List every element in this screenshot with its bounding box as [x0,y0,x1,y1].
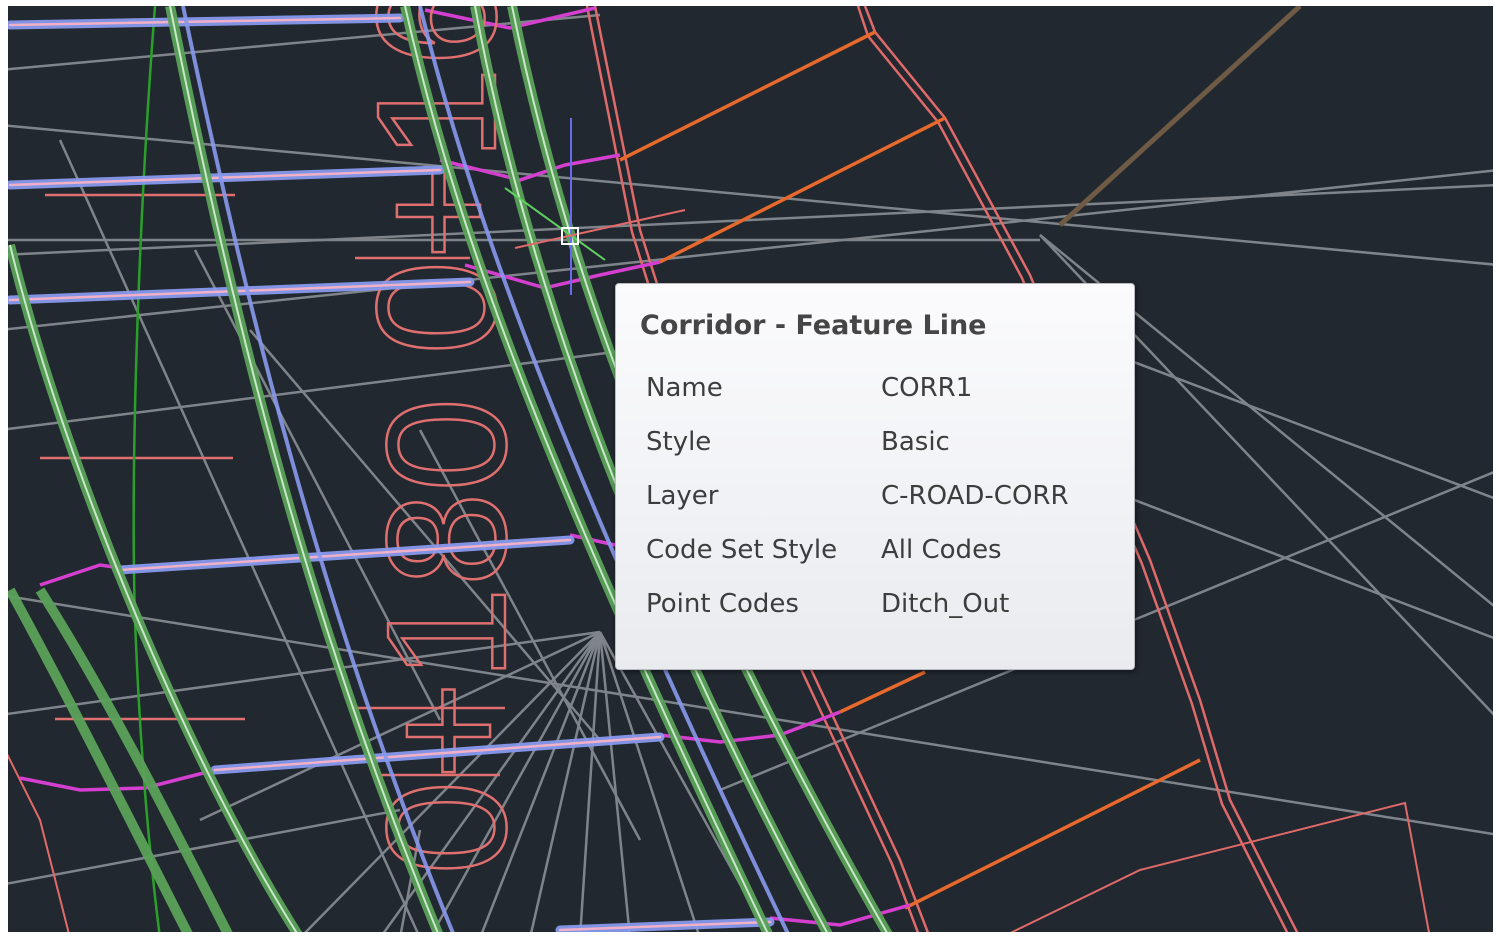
property-value: All Codes [881,535,1002,565]
property-value: Basic [881,427,950,457]
station-label-180: 0+180 [352,398,542,875]
tooltip-title: Corridor - Feature Line [640,310,987,341]
property-label: Name [646,373,723,403]
property-value: C-ROAD-CORR [881,481,1069,511]
property-label: Code Set Style [646,535,838,565]
brown-line [1058,6,1302,227]
property-label: Point Codes [646,589,799,619]
property-value: Ditch_Out [881,589,1010,619]
station-label-160: 0+160 [342,6,532,355]
feature-line-tooltip: Corridor - Feature Line Name CORR1 Style… [615,283,1135,670]
drawing-viewport[interactable]: 0+160 0+180 Corridor - Feature Line Name… [8,6,1493,932]
property-value: CORR1 [881,373,973,403]
property-label: Layer [646,481,719,511]
crosshair-cursor-icon [504,118,686,295]
property-label: Style [646,427,712,457]
